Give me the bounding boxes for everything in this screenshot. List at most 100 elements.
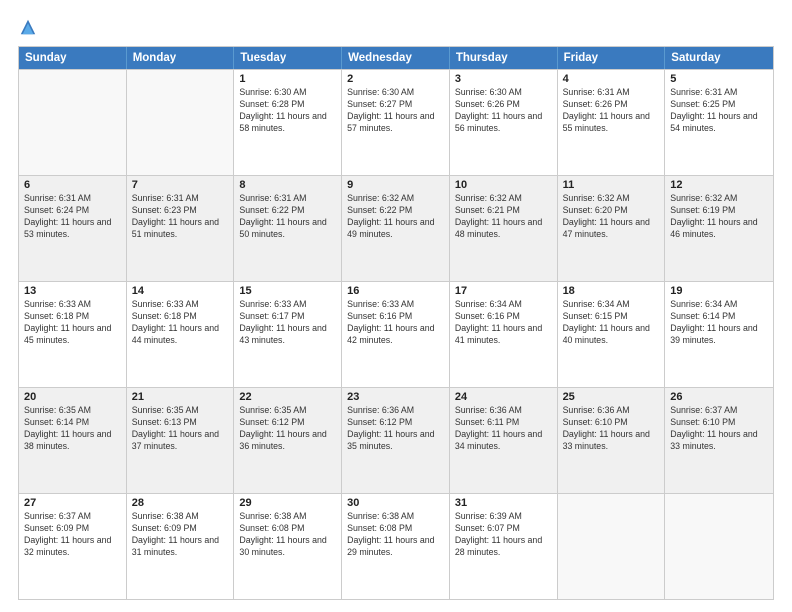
cal-cell-3-5: 25Sunrise: 6:36 AM Sunset: 6:10 PM Dayli… [558,388,666,493]
day-info: Sunrise: 6:30 AM Sunset: 6:27 PM Dayligh… [347,87,444,135]
day-info: Sunrise: 6:31 AM Sunset: 6:25 PM Dayligh… [670,87,768,135]
cal-cell-1-2: 8Sunrise: 6:31 AM Sunset: 6:22 PM Daylig… [234,176,342,281]
day-info: Sunrise: 6:33 AM Sunset: 6:17 PM Dayligh… [239,299,336,347]
day-info: Sunrise: 6:36 AM Sunset: 6:12 PM Dayligh… [347,405,444,453]
day-info: Sunrise: 6:34 AM Sunset: 6:15 PM Dayligh… [563,299,660,347]
day-info: Sunrise: 6:32 AM Sunset: 6:20 PM Dayligh… [563,193,660,241]
day-number: 7 [132,179,229,191]
cal-cell-0-5: 4Sunrise: 6:31 AM Sunset: 6:26 PM Daylig… [558,70,666,175]
calendar-body: 1Sunrise: 6:30 AM Sunset: 6:28 PM Daylig… [19,69,773,599]
day-info: Sunrise: 6:33 AM Sunset: 6:18 PM Dayligh… [24,299,121,347]
cal-row-3: 20 Sunrise: 6:35 AM Sunset: 6:14 PM Dayli… [19,387,773,493]
cal-header-sunday: Sunday [19,47,127,69]
day-info: Sunrise: 6:31 AM Sunset: 6:24 PM Dayligh… [24,193,121,241]
day-number: 31 [455,497,552,509]
day-number: 14 [132,285,229,297]
day-info: Sunrise: 6:33 AM Sunset: 6:16 PM Dayligh… [347,299,444,347]
day-number: 12 [670,179,768,191]
cal-cell-3-0: 20 Sunrise: 6:35 AM Sunset: 6:14 PM Dayli… [19,388,127,493]
day-number: 18 [563,285,660,297]
cal-cell-4-0: 27 Sunrise: 6:37 AM Sunset: 6:09 PM Dayli… [19,494,127,599]
day-number: 27 [24,497,121,509]
day-number: 6 [24,179,121,191]
cal-cell-3-3: 23 Sunrise: 6:36 AM Sunset: 6:12 PM Dayli… [342,388,450,493]
day-number: 22 [239,391,336,403]
cal-cell-2-1: 14Sunrise: 6:33 AM Sunset: 6:18 PM Dayli… [127,282,235,387]
day-info: Sunrise: 6:38 AM Sunset: 6:08 PM Dayligh… [347,511,444,559]
cal-cell-0-6: 5 Sunrise: 6:31 AM Sunset: 6:25 PM Daylig… [665,70,773,175]
day-number: 11 [563,179,660,191]
day-info: Sunrise: 6:35 AM Sunset: 6:12 PM Dayligh… [239,405,336,453]
day-info: Sunrise: 6:30 AM Sunset: 6:28 PM Dayligh… [239,87,336,135]
cal-cell-1-5: 11 Sunrise: 6:32 AM Sunset: 6:20 PM Dayli… [558,176,666,281]
cal-cell-4-1: 28 Sunrise: 6:38 AM Sunset: 6:09 PM Dayli… [127,494,235,599]
day-info: Sunrise: 6:38 AM Sunset: 6:08 PM Dayligh… [239,511,336,559]
day-info: Sunrise: 6:35 AM Sunset: 6:13 PM Dayligh… [132,405,229,453]
page: SundayMondayTuesdayWednesdayThursdayFrid… [0,0,792,612]
day-number: 5 [670,73,768,85]
logo [18,18,38,36]
cal-header-wednesday: Wednesday [342,47,450,69]
cal-cell-0-3: 2Sunrise: 6:30 AM Sunset: 6:27 PM Daylig… [342,70,450,175]
day-number: 20 [24,391,121,403]
cal-cell-0-4: 3Sunrise: 6:30 AM Sunset: 6:26 PM Daylig… [450,70,558,175]
day-number: 25 [563,391,660,403]
day-number: 17 [455,285,552,297]
day-number: 16 [347,285,444,297]
day-info: Sunrise: 6:30 AM Sunset: 6:26 PM Dayligh… [455,87,552,135]
cal-cell-2-0: 13 Sunrise: 6:33 AM Sunset: 6:18 PM Dayli… [19,282,127,387]
cal-row-4: 27 Sunrise: 6:37 AM Sunset: 6:09 PM Dayli… [19,493,773,599]
cal-cell-2-5: 18 Sunrise: 6:34 AM Sunset: 6:15 PM Dayli… [558,282,666,387]
day-info: Sunrise: 6:37 AM Sunset: 6:09 PM Dayligh… [24,511,121,559]
cal-cell-2-2: 15 Sunrise: 6:33 AM Sunset: 6:17 PM Dayli… [234,282,342,387]
day-number: 30 [347,497,444,509]
cal-cell-3-4: 24 Sunrise: 6:36 AM Sunset: 6:11 PM Dayli… [450,388,558,493]
cal-cell-4-3: 30 Sunrise: 6:38 AM Sunset: 6:08 PM Dayli… [342,494,450,599]
calendar: SundayMondayTuesdayWednesdayThursdayFrid… [18,46,774,600]
cal-cell-0-2: 1Sunrise: 6:30 AM Sunset: 6:28 PM Daylig… [234,70,342,175]
day-number: 15 [239,285,336,297]
day-info: Sunrise: 6:34 AM Sunset: 6:16 PM Dayligh… [455,299,552,347]
cal-cell-2-6: 19Sunrise: 6:34 AM Sunset: 6:14 PM Dayli… [665,282,773,387]
cal-cell-1-3: 9 Sunrise: 6:32 AM Sunset: 6:22 PM Daylig… [342,176,450,281]
day-info: Sunrise: 6:32 AM Sunset: 6:22 PM Dayligh… [347,193,444,241]
day-number: 24 [455,391,552,403]
day-number: 23 [347,391,444,403]
day-number: 26 [670,391,768,403]
day-number: 29 [239,497,336,509]
cal-cell-3-2: 22 Sunrise: 6:35 AM Sunset: 6:12 PM Dayli… [234,388,342,493]
cal-row-1: 6 Sunrise: 6:31 AM Sunset: 6:24 PM Daylig… [19,175,773,281]
cal-header-monday: Monday [127,47,235,69]
cal-cell-3-6: 26 Sunrise: 6:37 AM Sunset: 6:10 PM Dayli… [665,388,773,493]
cal-cell-1-1: 7Sunrise: 6:31 AM Sunset: 6:23 PM Daylig… [127,176,235,281]
day-info: Sunrise: 6:35 AM Sunset: 6:14 PM Dayligh… [24,405,121,453]
cal-row-0: 1Sunrise: 6:30 AM Sunset: 6:28 PM Daylig… [19,69,773,175]
cal-header-friday: Friday [558,47,666,69]
cal-row-2: 13 Sunrise: 6:33 AM Sunset: 6:18 PM Dayli… [19,281,773,387]
cal-header-thursday: Thursday [450,47,558,69]
day-info: Sunrise: 6:32 AM Sunset: 6:19 PM Dayligh… [670,193,768,241]
day-info: Sunrise: 6:34 AM Sunset: 6:14 PM Dayligh… [670,299,768,347]
day-number: 4 [563,73,660,85]
cal-cell-2-4: 17 Sunrise: 6:34 AM Sunset: 6:16 PM Dayli… [450,282,558,387]
day-info: Sunrise: 6:39 AM Sunset: 6:07 PM Dayligh… [455,511,552,559]
day-info: Sunrise: 6:31 AM Sunset: 6:22 PM Dayligh… [239,193,336,241]
cal-cell-0-1 [127,70,235,175]
day-info: Sunrise: 6:32 AM Sunset: 6:21 PM Dayligh… [455,193,552,241]
day-info: Sunrise: 6:36 AM Sunset: 6:11 PM Dayligh… [455,405,552,453]
cal-cell-1-0: 6 Sunrise: 6:31 AM Sunset: 6:24 PM Daylig… [19,176,127,281]
day-number: 10 [455,179,552,191]
cal-cell-4-5 [558,494,666,599]
day-number: 9 [347,179,444,191]
day-info: Sunrise: 6:37 AM Sunset: 6:10 PM Dayligh… [670,405,768,453]
cal-cell-4-4: 31 Sunrise: 6:39 AM Sunset: 6:07 PM Dayli… [450,494,558,599]
day-number: 13 [24,285,121,297]
day-info: Sunrise: 6:38 AM Sunset: 6:09 PM Dayligh… [132,511,229,559]
day-number: 28 [132,497,229,509]
cal-cell-1-4: 10 Sunrise: 6:32 AM Sunset: 6:21 PM Dayli… [450,176,558,281]
day-number: 21 [132,391,229,403]
cal-header-tuesday: Tuesday [234,47,342,69]
header [18,18,774,36]
cal-cell-4-6 [665,494,773,599]
cal-cell-2-3: 16 Sunrise: 6:33 AM Sunset: 6:16 PM Dayli… [342,282,450,387]
